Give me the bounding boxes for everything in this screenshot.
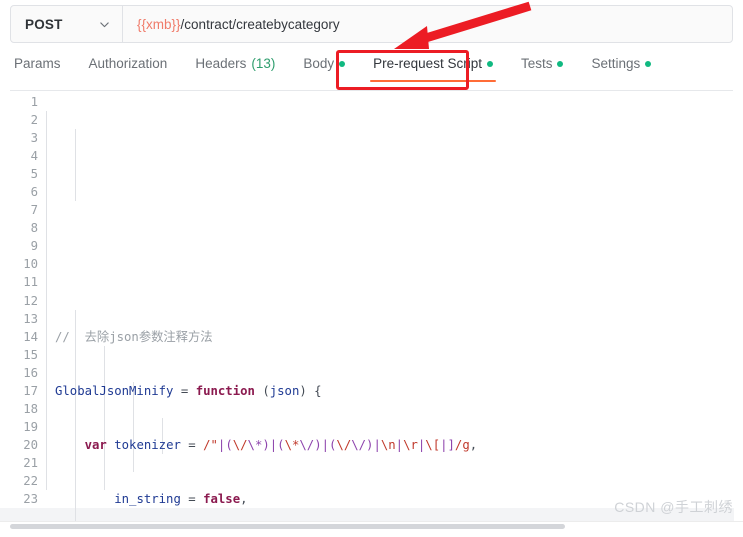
request-tabs: Params Authorization Headers (13) Body P… [0, 52, 743, 90]
tab-authorization-label: Authorization [88, 56, 168, 71]
line-number: 15 [23, 347, 38, 362]
line-number: 8 [30, 221, 38, 236]
line-number: 10 [23, 257, 38, 272]
tabs-bottom-divider [10, 90, 733, 91]
line-number: 17 [23, 383, 38, 398]
tab-pre-request-script-status-dot [486, 60, 493, 67]
line-number: 18 [23, 401, 38, 416]
tab-tests-label: Tests [520, 56, 553, 71]
tab-tests[interactable]: Tests [507, 52, 578, 84]
url-path-text: /contract/createbycategory [180, 16, 340, 32]
line-number: 20 [23, 437, 38, 452]
indent-guide [75, 129, 76, 202]
line-number: 22 [23, 473, 38, 488]
code-line: GlobalJsonMinify = function (json) { [55, 383, 322, 398]
active-tab-underline [370, 80, 496, 82]
line-number: 7 [30, 203, 38, 218]
indent-guide [46, 111, 47, 491]
line-number: 11 [23, 275, 38, 290]
tab-headers-label: Headers [195, 56, 247, 71]
line-number: 16 [23, 365, 38, 380]
line-number: 9 [30, 239, 38, 254]
tab-body[interactable]: Body [289, 52, 359, 84]
request-url-input[interactable]: {{xmb}}/contract/createbycategory [123, 6, 732, 42]
line-number: 23 [23, 492, 38, 507]
code-line: var tokenizer = /"|(\/\*)|(\*\/)|(\/\/)|… [84, 437, 478, 452]
tab-headers[interactable]: Headers (13) [181, 52, 289, 84]
watermark-text: CSDN @手工刺绣 [614, 499, 733, 515]
code-line: // 去除json参数注释方法 [55, 329, 213, 344]
line-number: 3 [30, 131, 38, 146]
tab-settings[interactable]: Settings [577, 52, 665, 84]
tab-params[interactable]: Params [10, 52, 75, 84]
tab-authorization[interactable]: Authorization [75, 52, 182, 84]
line-number: 2 [30, 113, 38, 128]
tab-pre-request-script-label: Pre-request Script [373, 56, 482, 71]
line-number: 12 [23, 293, 38, 308]
editor-line-numbers: 1 2 3 4 5 6 7 8 9 10 11 12 13 14 15 16 1… [0, 93, 46, 521]
line-number: 1 [30, 95, 38, 109]
line-number: 21 [23, 455, 38, 470]
indent-guide [104, 345, 105, 491]
tab-pre-request-script[interactable]: Pre-request Script [359, 52, 507, 84]
tab-settings-status-dot [645, 60, 652, 67]
request-url-bar: POST {{xmb}}/contract/createbycategory [10, 5, 733, 43]
line-number: 14 [23, 329, 38, 344]
tab-params-label: Params [14, 56, 61, 71]
tab-headers-count: (13) [251, 56, 276, 71]
pre-request-script-editor[interactable]: 1 2 3 4 5 6 7 8 9 10 11 12 13 14 15 16 1… [0, 93, 743, 521]
url-variable-token: {{xmb}} [137, 16, 181, 32]
http-method-label: POST [25, 16, 63, 32]
chevron-down-icon [99, 19, 110, 30]
line-number: 4 [30, 149, 38, 164]
line-number: 6 [30, 185, 38, 200]
line-number: 13 [23, 311, 38, 326]
line-number: 19 [23, 419, 38, 434]
editor-code-content[interactable]: // 去除json参数注释方法 GlobalJsonMinify = funct… [0, 93, 743, 521]
line-number: 5 [30, 167, 38, 182]
tab-body-status-dot [339, 60, 346, 67]
tab-body-label: Body [303, 56, 335, 71]
http-method-select[interactable]: POST [11, 6, 123, 42]
tab-settings-label: Settings [591, 56, 641, 71]
tab-tests-status-dot [557, 60, 564, 67]
editor-horizontal-scrollbar-thumb[interactable] [10, 524, 565, 529]
